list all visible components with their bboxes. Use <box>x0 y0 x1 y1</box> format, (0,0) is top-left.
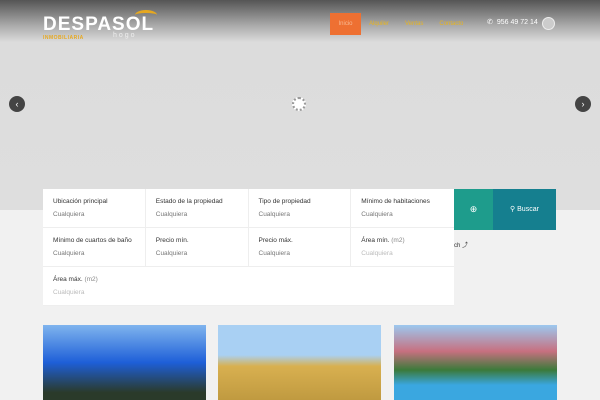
field-area-min[interactable]: Área mín. (m2) Cualquiera <box>351 228 454 267</box>
field-label: Estado de la propiedad <box>155 198 223 205</box>
field-label: Precio máx. <box>258 237 293 244</box>
advanced-search-button[interactable]: ⊕ <box>454 189 493 230</box>
field-ubicacion[interactable]: Ubicación principal Cualquiera <box>43 189 146 228</box>
field-label: Ubicación principal <box>53 198 108 205</box>
field-label: Mínimo de habitaciones <box>361 198 430 205</box>
property-card-image[interactable] <box>394 325 557 400</box>
field-banos[interactable]: Mínimo de cuartos de baño Cualquiera <box>43 228 146 267</box>
slider-next-button[interactable]: › <box>575 96 591 112</box>
nav-inicio[interactable]: Inicio <box>330 13 361 35</box>
search-button[interactable]: ⚲ Buscar <box>493 189 556 230</box>
search-form: Ubicación principal Cualquiera Estado de … <box>43 189 454 306</box>
search-hint: ch ⤴ <box>454 240 468 249</box>
field-label: Área mín. <box>361 237 390 244</box>
search-button-label: Buscar <box>517 206 539 213</box>
field-input[interactable]: Cualquiera <box>361 250 444 257</box>
property-card-image[interactable] <box>218 325 381 400</box>
field-value: Cualquiera <box>361 211 393 218</box>
search-icon: ⚲ <box>510 206 516 213</box>
field-value: Cualquiera <box>258 211 290 218</box>
field-value: Cualquiera <box>53 211 85 218</box>
field-unit: (m2) <box>84 276 98 283</box>
property-card-image[interactable] <box>43 325 206 400</box>
field-label: Precio mín. <box>155 237 189 244</box>
main-nav: Inicio Alquiler Ventas Contacto <box>330 13 471 35</box>
nav-item-4[interactable]: Contacto <box>431 13 471 35</box>
field-value: Cualquiera <box>258 250 290 257</box>
field-value: Cualquiera <box>53 250 85 257</box>
field-tipo[interactable]: Tipo de propiedad Cualquiera <box>248 189 352 228</box>
logo-tag: hogo <box>113 32 137 39</box>
field-value: Cualquiera <box>155 250 188 257</box>
field-input[interactable]: Cualquiera <box>53 289 444 296</box>
field-precio-max[interactable]: Precio máx. Cualquiera <box>248 228 352 267</box>
nav-item-2[interactable]: Alquiler <box>361 13 397 35</box>
loading-spinner-icon <box>292 97 306 111</box>
field-label: Tipo de propiedad <box>258 198 311 205</box>
field-area-max[interactable]: Área máx. (m2) Cualquiera <box>43 267 454 306</box>
field-label: Mínimo de cuartos de baño <box>53 237 132 244</box>
field-value: Cualquiera <box>155 211 188 218</box>
slider-prev-button[interactable]: ‹ <box>9 96 25 112</box>
field-estado[interactable]: Estado de la propiedad Cualquiera <box>145 189 249 228</box>
phone-number: 956 49 72 14 <box>496 18 538 26</box>
user-account-icon[interactable] <box>542 17 555 30</box>
logo[interactable]: DESPASOL INMOBILIARIA hogo <box>43 10 157 41</box>
field-unit: (m2) <box>391 237 405 244</box>
logo-sub: INMOBILIARIA <box>43 35 84 41</box>
curved-arrow-icon: ⤴ <box>462 243 469 249</box>
nav-item-3[interactable]: Ventas <box>397 13 431 35</box>
phone-link[interactable]: ✆ 956 49 72 14 <box>487 18 538 27</box>
field-precio-min[interactable]: Precio mín. Cualquiera <box>145 228 249 267</box>
hint-text: ch <box>454 243 461 249</box>
zoom-in-icon: ⊕ <box>469 204 478 214</box>
hero-slider: DESPASOL INMOBILIARIA hogo Inicio Alquiler… <box>0 0 600 210</box>
field-habitaciones[interactable]: Mínimo de habitaciones Cualquiera <box>351 189 454 228</box>
phone-icon: ✆ <box>487 19 493 26</box>
field-label: Área máx. <box>53 276 83 283</box>
